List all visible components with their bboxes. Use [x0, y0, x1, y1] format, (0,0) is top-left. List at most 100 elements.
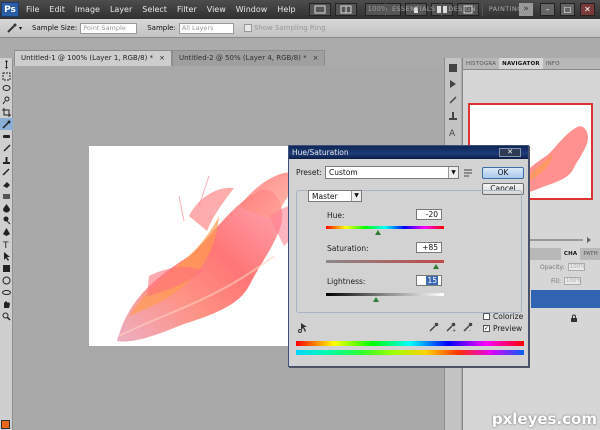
lightness-input[interactable]: 15 — [416, 275, 442, 286]
lightness-slider-thumb[interactable] — [372, 297, 379, 302]
menu-view[interactable]: View — [202, 0, 231, 19]
more-workspaces-button[interactable]: » — [519, 3, 533, 16]
menu-edit[interactable]: Edit — [44, 0, 70, 19]
lasso-tool[interactable] — [0, 82, 13, 94]
document-tab-untitled-2[interactable]: Untitled-2 @ 50% (Layer 4, RGB/8) * × — [171, 50, 326, 66]
saturation-input[interactable]: +85 — [416, 242, 442, 253]
dock-button-history[interactable] — [447, 62, 459, 74]
dock-button-actions[interactable] — [447, 78, 459, 90]
preset-options-icon[interactable] — [463, 168, 473, 179]
healing-brush-tool[interactable] — [0, 130, 13, 142]
saturation-slider-track[interactable] — [326, 260, 444, 263]
lasso-icon — [2, 84, 11, 91]
menu-layer[interactable]: Layer — [105, 0, 137, 19]
brush-tool[interactable] — [0, 142, 13, 154]
tab-channels[interactable]: CHA — [560, 248, 581, 260]
quick-select-icon — [2, 96, 10, 104]
close-tab-icon[interactable]: × — [313, 51, 319, 66]
workspace-design[interactable]: DESIGN — [441, 3, 481, 16]
eyedropper-tool-preset-icon[interactable] — [5, 22, 17, 34]
dock-button-clone-source[interactable] — [447, 110, 459, 122]
eyedropper-tool[interactable] — [0, 118, 13, 130]
ok-button[interactable]: OK — [482, 167, 524, 179]
dodge-tool[interactable] — [0, 214, 13, 226]
chevron-down-icon[interactable]: ▾ — [19, 25, 22, 32]
channel-select[interactable]: Master ▼ — [308, 190, 362, 202]
dialog-title: Hue/Saturation — [292, 148, 349, 157]
path-selection-tool[interactable] — [0, 250, 13, 262]
hue-input[interactable]: -20 — [416, 209, 442, 220]
menu-window[interactable]: Window — [231, 0, 273, 19]
gradient-tool[interactable] — [0, 190, 13, 202]
view-extras-button[interactable] — [334, 3, 357, 16]
marquee-tool[interactable] — [0, 70, 13, 82]
show-sampling-ring-label: Show Sampling Ring — [253, 24, 326, 32]
tab-info[interactable]: INFO — [543, 58, 563, 69]
crop-tool[interactable] — [0, 106, 13, 118]
hue-label: Hue: — [327, 211, 345, 220]
close-tab-icon[interactable]: × — [159, 51, 165, 66]
sample-size-select[interactable]: Point Sample — [80, 22, 138, 34]
close-button[interactable]: ✕ — [580, 3, 595, 16]
move-tool[interactable] — [0, 58, 13, 70]
quick-select-tool[interactable] — [0, 94, 13, 106]
chevron-down-icon: ▼ — [448, 167, 458, 178]
clone-stamp-tool[interactable] — [0, 154, 13, 166]
workspace-essentials[interactable]: ESSENTIALS — [385, 3, 441, 16]
menu-image[interactable]: Image — [70, 0, 105, 19]
history-brush-tool[interactable] — [0, 166, 13, 178]
hue-slider-thumb[interactable] — [374, 230, 381, 235]
colorize-checkbox[interactable] — [483, 313, 490, 320]
menu-file[interactable]: File — [21, 0, 44, 19]
launch-bridge-button[interactable] — [308, 3, 331, 16]
minimize-button[interactable]: – — [540, 3, 555, 16]
sample-label: Sample: — [147, 24, 176, 32]
menu-filter[interactable]: Filter — [172, 0, 202, 19]
sample-select[interactable]: All Layers — [178, 22, 234, 34]
preset-select[interactable]: Custom ▼ — [325, 166, 459, 179]
dialog-title-bar[interactable]: Hue/Saturation ✕ — [289, 146, 528, 159]
tab-paths[interactable]: PATH — [580, 248, 600, 260]
eyedropper-plus-icon[interactable]: + — [446, 322, 456, 334]
dock-button-character[interactable]: A — [447, 126, 459, 138]
3d-rotate-tool[interactable] — [0, 274, 13, 286]
saturation-slider-thumb[interactable] — [432, 264, 439, 269]
opacity-field[interactable]: 100% — [567, 263, 585, 271]
blur-tool[interactable] — [0, 202, 13, 214]
show-sampling-ring-checkbox[interactable] — [243, 24, 252, 32]
preview-checkbox[interactable]: ✓ — [483, 325, 490, 332]
zoom-tool[interactable] — [0, 310, 13, 322]
dock-button-brushes[interactable] — [447, 94, 459, 106]
shape-tool[interactable] — [0, 262, 13, 274]
eyedropper-minus-icon[interactable]: - — [463, 322, 473, 334]
foreground-color-swatch[interactable] — [1, 420, 10, 429]
menu-help[interactable]: Help — [272, 0, 300, 19]
type-tool[interactable]: T — [0, 238, 13, 250]
menu-list: File Edit Image Layer Select Filter View… — [21, 0, 301, 19]
document-tab-untitled-1[interactable]: Untitled-1 @ 100% (Layer 1, RGB/8) * × — [14, 50, 172, 66]
eraser-tool[interactable] — [0, 178, 13, 190]
document-tab-label: Untitled-1 @ 100% (Layer 1, RGB/8) * — [21, 54, 154, 62]
menu-select[interactable]: Select — [137, 0, 172, 19]
pen-tool[interactable] — [0, 226, 13, 238]
selected-layer-row[interactable] — [531, 290, 600, 308]
dialog-close-button[interactable]: ✕ — [499, 148, 521, 157]
maximize-button[interactable]: □ — [560, 3, 575, 16]
3d-orbit-tool[interactable] — [0, 286, 13, 298]
tab-navigator[interactable]: NAVIGATOR — [499, 58, 543, 69]
hand-tool[interactable] — [0, 298, 13, 310]
lock-icon[interactable] — [570, 314, 578, 324]
chevron-down-icon: ▼ — [351, 191, 361, 201]
history-icon — [449, 64, 457, 72]
fill-field[interactable]: 100% — [564, 277, 582, 285]
targeted-adjustment-icon[interactable] — [298, 322, 309, 335]
eyedropper-icon[interactable] — [429, 322, 439, 334]
lightness-slider-track[interactable] — [326, 293, 444, 296]
hue-saturation-dialog: Hue/Saturation ✕ Preset: Custom ▼ OK Can… — [288, 145, 529, 367]
tab-histogram[interactable]: HISTOGRA — [463, 58, 499, 69]
hue-slider-track[interactable] — [326, 226, 444, 229]
magnifier-icon — [2, 312, 11, 321]
watermark: pxleyes.com — [491, 410, 597, 428]
type-icon: T — [2, 241, 9, 249]
type-icon: A — [449, 129, 456, 137]
